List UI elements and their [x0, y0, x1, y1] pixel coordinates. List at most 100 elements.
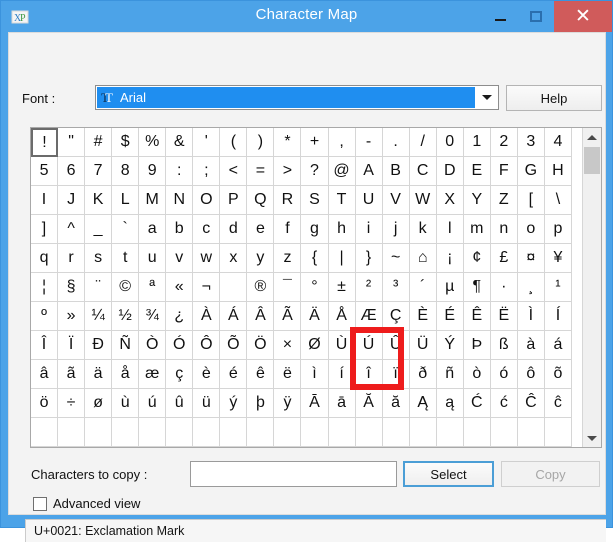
character-cell[interactable]: j: [382, 215, 410, 244]
character-cell[interactable]: ¿: [166, 302, 194, 331]
character-cell[interactable]: O: [193, 186, 221, 215]
character-cell[interactable]: á: [544, 331, 572, 360]
character-cell[interactable]: ą: [436, 389, 464, 418]
character-cell[interactable]: Ò: [139, 331, 167, 360]
character-cell[interactable]: 6: [58, 157, 86, 186]
character-cell[interactable]: ´: [409, 273, 437, 302]
character-cell-empty[interactable]: [463, 418, 491, 447]
character-cell[interactable]: 4: [544, 128, 572, 157]
character-cell[interactable]: Æ: [355, 302, 383, 331]
character-cell[interactable]: ²: [355, 273, 383, 302]
character-cell[interactable]: ⌂: [409, 244, 437, 273]
character-cell[interactable]: ì: [301, 360, 329, 389]
character-cell[interactable]: È: [409, 302, 437, 331]
character-cell[interactable]: =: [247, 157, 275, 186]
character-cell[interactable]: Ú: [355, 331, 383, 360]
close-button[interactable]: ✕: [554, 1, 612, 32]
character-cell[interactable]: ½: [112, 302, 140, 331]
character-cell[interactable]: Ï: [58, 331, 86, 360]
character-cell[interactable]: Ñ: [112, 331, 140, 360]
character-cell[interactable]: ×: [274, 331, 302, 360]
character-cell-empty[interactable]: [355, 418, 383, 447]
character-cell[interactable]: ·: [490, 273, 518, 302]
character-cell-empty[interactable]: [31, 418, 59, 447]
character-cell[interactable]: Z: [490, 186, 518, 215]
character-cell[interactable]: Ā: [301, 389, 329, 418]
character-cell[interactable]: l: [436, 215, 464, 244]
character-cell[interactable]: 8: [112, 157, 140, 186]
character-cell[interactable]: Ç: [382, 302, 410, 331]
character-cell[interactable]: »: [58, 302, 86, 331]
character-cell[interactable]: q: [31, 244, 59, 273]
character-cell[interactable]: M: [139, 186, 167, 215]
character-cell[interactable]: _: [85, 215, 113, 244]
character-cell[interactable]: æ: [139, 360, 167, 389]
character-cell[interactable]: Á: [220, 302, 248, 331]
character-cell[interactable]: (: [220, 128, 248, 157]
character-cell[interactable]: Ø: [301, 331, 329, 360]
character-cell[interactable]: ®: [247, 273, 275, 302]
character-cell[interactable]: p: [544, 215, 572, 244]
character-cell[interactable]: i: [355, 215, 383, 244]
title-bar[interactable]: X P Character Map ✕: [1, 1, 612, 32]
character-cell[interactable]: ô: [517, 360, 545, 389]
character-cell[interactable]: ¦: [31, 273, 59, 302]
character-cell[interactable]: }: [355, 244, 383, 273]
character-cell-empty[interactable]: [436, 418, 464, 447]
advanced-view-checkbox[interactable]: [33, 496, 47, 511]
character-cell[interactable]: ¼: [85, 302, 113, 331]
character-cell[interactable]: \: [544, 186, 572, 215]
character-cell[interactable]: r: [58, 244, 86, 273]
character-cell[interactable]: Å: [328, 302, 356, 331]
character-cell[interactable]: ñ: [436, 360, 464, 389]
character-cell[interactable]: v: [166, 244, 194, 273]
character-cell[interactable]: ê: [247, 360, 275, 389]
character-cell-empty[interactable]: [382, 418, 410, 447]
character-cell[interactable]: ß: [490, 331, 518, 360]
character-cell[interactable]: ï: [382, 360, 410, 389]
character-cell[interactable]: Ć: [463, 389, 491, 418]
character-cell[interactable]: A: [355, 157, 383, 186]
character-cell[interactable]: ø: [85, 389, 113, 418]
character-cell[interactable]: $: [112, 128, 140, 157]
character-cell[interactable]: Ð: [85, 331, 113, 360]
character-cell[interactable]: å: [112, 360, 140, 389]
character-cell[interactable]: º: [31, 302, 59, 331]
character-cell[interactable]: o: [517, 215, 545, 244]
character-cell-empty[interactable]: [112, 418, 140, 447]
character-cell[interactable]: 9: [139, 157, 167, 186]
character-cell[interactable]: ]: [31, 215, 59, 244]
character-cell[interactable]: ^: [58, 215, 86, 244]
font-combobox[interactable]: T T Arial: [95, 85, 499, 110]
character-cell[interactable]: 1: [463, 128, 491, 157]
character-cell[interactable]: d: [220, 215, 248, 244]
character-cell[interactable]: ć: [490, 389, 518, 418]
character-cell[interactable]: ý: [220, 389, 248, 418]
character-cell[interactable]: ¢: [463, 244, 491, 273]
character-cell[interactable]: ª: [139, 273, 167, 302]
character-cell[interactable]: #: [85, 128, 113, 157]
character-cell[interactable]: K: [85, 186, 113, 215]
minimize-button[interactable]: [482, 1, 518, 32]
character-cell[interactable]: ĉ: [544, 389, 572, 418]
character-cell[interactable]: *: [274, 128, 302, 157]
grid-scrollbar[interactable]: [582, 128, 601, 447]
character-cell[interactable]: ç: [166, 360, 194, 389]
character-cell[interactable]: Ë: [490, 302, 518, 331]
character-cell[interactable]: P: [220, 186, 248, 215]
character-cell[interactable]: ;: [193, 157, 221, 186]
character-cell-empty[interactable]: [490, 418, 518, 447]
character-cell[interactable]: D: [436, 157, 464, 186]
character-cell[interactable]: h: [328, 215, 356, 244]
character-cell[interactable]: ¯: [274, 273, 302, 302]
character-cell[interactable]: Ą: [409, 389, 437, 418]
character-cell[interactable]: w: [193, 244, 221, 273]
character-cell[interactable]: í: [328, 360, 356, 389]
character-cell-empty[interactable]: [247, 418, 275, 447]
character-cell[interactable]: Ă: [355, 389, 383, 418]
maximize-button[interactable]: [518, 1, 554, 32]
character-cell[interactable]: V: [382, 186, 410, 215]
character-cell[interactable]: ă: [382, 389, 410, 418]
character-cell[interactable]: ü: [193, 389, 221, 418]
character-cell[interactable]: G: [517, 157, 545, 186]
